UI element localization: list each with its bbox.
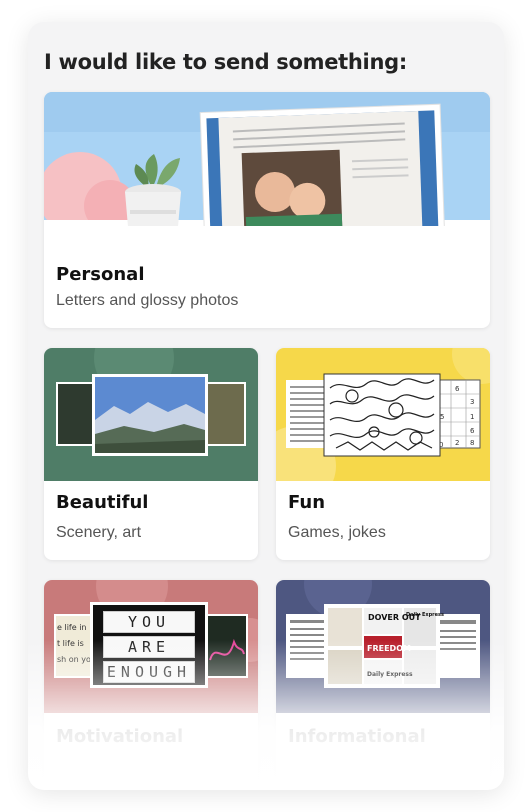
sudoku-digit-3: 1 (470, 413, 474, 421)
lightbox-line-2: ARE (103, 636, 195, 658)
headline-express-2: Daily Express (406, 612, 444, 618)
newspaper-illustration: DOVER OUT FREEDOM Daily Express Daily Ex… (276, 580, 490, 713)
personal-card-image (44, 92, 490, 226)
card-title-beautiful: Beautiful (56, 492, 149, 513)
card-title-personal: Personal (56, 264, 145, 285)
card-subtitle-personal: Letters and glossy photos (56, 292, 239, 309)
informational-card-image: DOVER OUT FREEDOM Daily Express Daily Ex… (276, 580, 490, 713)
card-informational[interactable]: DOVER OUT FREEDOM Daily Express Daily Ex… (276, 580, 490, 790)
fun-card-image: 6 3 1 6 2 8 0 5 (276, 348, 490, 481)
card-subtitle-fun: Games, jokes (288, 524, 386, 541)
sudoku-digit-8: 5 (440, 413, 444, 421)
card-subtitle-beautiful: Scenery, art (56, 524, 142, 541)
card-beautiful[interactable]: Beautiful Scenery, art (44, 348, 258, 560)
send-options-panel: I would like to send something: Personal… (28, 22, 504, 790)
card-personal[interactable]: Personal Letters and glossy photos (44, 92, 490, 328)
card-title-informational: Informational (288, 726, 426, 747)
sudoku-digit-6: 8 (470, 439, 474, 447)
games-illustration: 6 3 1 6 2 8 0 5 (276, 348, 490, 481)
sudoku-digit-5: 2 (455, 439, 459, 447)
card-title-motivational: Motivational (56, 726, 184, 747)
motivational-card-image: e life in t life is sh on yo YOU ARE ENO… (44, 580, 258, 713)
beautiful-card-image (44, 348, 258, 481)
card-title-fun: Fun (288, 492, 326, 513)
page-title: I would like to send something: (44, 50, 407, 74)
scenery-illustration (44, 348, 258, 481)
personal-illustration (44, 92, 490, 226)
lightbox-line-1: YOU (103, 611, 195, 633)
quote-line-3: sh on yo (57, 655, 91, 664)
card-fun[interactable]: 6 3 1 6 2 8 0 5 Fun Games, jokes (276, 348, 490, 560)
lightbox-frame: YOU ARE ENOUGH (90, 602, 208, 688)
card-motivational[interactable]: e life in t life is sh on yo YOU ARE ENO… (44, 580, 258, 790)
sudoku-digit-2: 3 (470, 398, 474, 406)
sudoku-digit-4: 6 (470, 427, 475, 435)
quote-line-2: t life is (57, 639, 84, 648)
lightbox-line-3: ENOUGH (103, 661, 195, 683)
headline-freedom: FREEDOM (367, 644, 411, 653)
quote-line-1: e life in (57, 623, 86, 632)
headline-express: Daily Express (367, 671, 413, 678)
sudoku-digit-1: 6 (455, 385, 460, 393)
